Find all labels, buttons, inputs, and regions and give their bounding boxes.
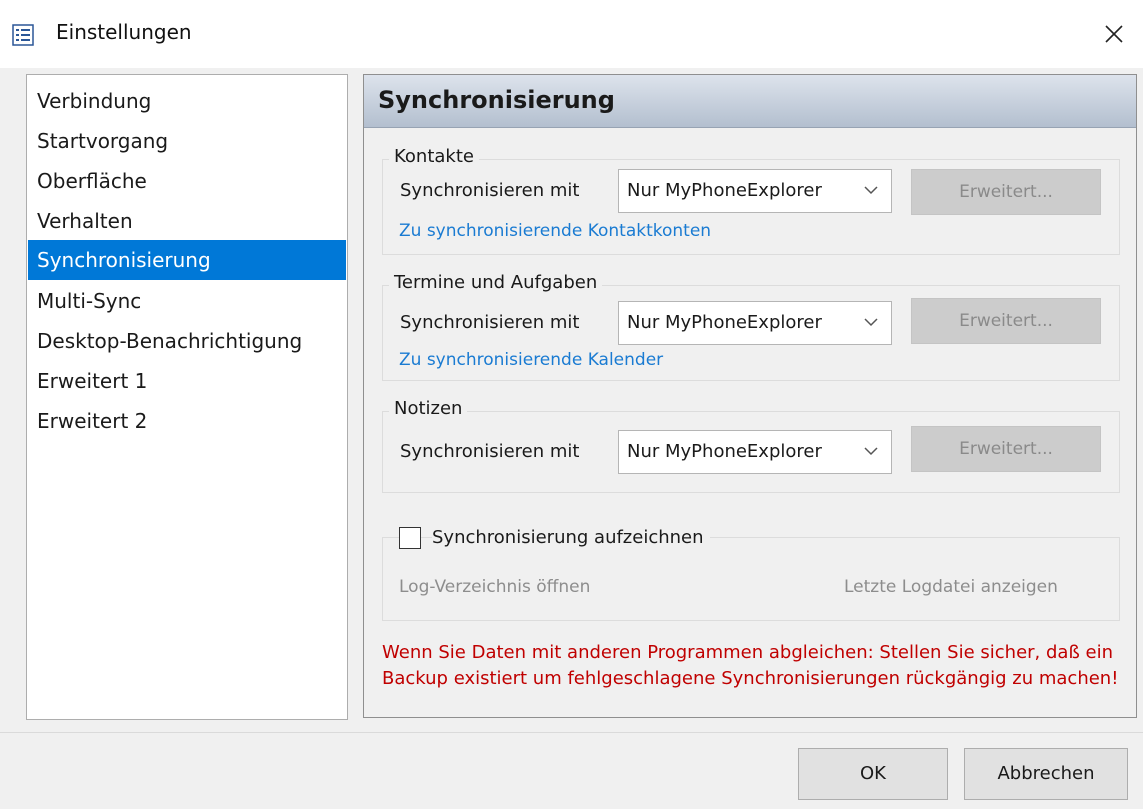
sync-select-notizen[interactable]: Nur MyPhoneExplorer — [618, 430, 892, 474]
group-label-notizen: Notizen — [389, 398, 468, 419]
settings-category-list[interactable]: Verbindung Startvorgang Oberfläche Verha… — [26, 74, 348, 720]
nav-item-oberflaeche[interactable]: Oberfläche — [28, 161, 346, 201]
settings-dialog: Einstellungen Verbindung Startvorgang Ob… — [0, 0, 1143, 809]
nav-item-multi-sync[interactable]: Multi-Sync — [28, 281, 346, 321]
panel-title: Synchronisierung — [378, 86, 615, 114]
sync-select-termine-value: Nur MyPhoneExplorer — [627, 312, 822, 333]
settings-panel: Synchronisierung Kontakte Synchronisiere… — [363, 74, 1137, 718]
cancel-button[interactable]: Abbrechen — [964, 748, 1128, 800]
sync-label-kontakte: Synchronisieren mit — [400, 180, 580, 201]
nav-item-desktop-benachrichtigung[interactable]: Desktop-Benachrichtigung — [28, 321, 346, 361]
panel-header: Synchronisierung — [364, 75, 1136, 128]
bottom-separator — [0, 732, 1143, 733]
group-label-termine: Termine und Aufgaben — [389, 272, 603, 293]
sync-select-notizen-value: Nur MyPhoneExplorer — [627, 441, 822, 462]
chevron-down-icon — [864, 186, 878, 195]
nav-item-verbindung[interactable]: Verbindung — [28, 81, 346, 121]
nav-item-verhalten[interactable]: Verhalten — [28, 201, 346, 241]
log-checkbox-label[interactable]: Synchronisierung aufzeichnen — [432, 527, 710, 548]
nav-item-startvorgang[interactable]: Startvorgang — [28, 121, 346, 161]
sync-select-kontakte[interactable]: Nur MyPhoneExplorer — [618, 169, 892, 213]
sync-select-kontakte-value: Nur MyPhoneExplorer — [627, 180, 822, 201]
advanced-button-kontakte[interactable]: Erweitert... — [911, 169, 1101, 215]
warning-text: Wenn Sie Daten mit anderen Programmen ab… — [382, 642, 1119, 689]
group-label-kontakte: Kontakte — [389, 146, 479, 167]
sync-label-notizen: Synchronisieren mit — [400, 441, 580, 462]
advanced-button-termine[interactable]: Erweitert... — [911, 298, 1101, 344]
link-kalender[interactable]: Zu synchronisierende Kalender — [399, 350, 663, 370]
open-log-dir-button[interactable]: Log-Verzeichnis öffnen — [399, 577, 590, 597]
log-checkbox[interactable] — [399, 527, 421, 549]
nav-item-erweitert-2[interactable]: Erweitert 2 — [28, 401, 346, 441]
nav-item-synchronisierung[interactable]: Synchronisierung — [28, 240, 346, 280]
chevron-down-icon — [864, 318, 878, 327]
chevron-down-icon — [864, 447, 878, 456]
settings-list-icon — [12, 24, 34, 46]
close-button[interactable] — [1085, 8, 1143, 60]
window-title: Einstellungen — [56, 20, 192, 44]
link-kontaktkonten[interactable]: Zu synchronisierende Kontaktkonten — [399, 221, 711, 241]
sync-select-termine[interactable]: Nur MyPhoneExplorer — [618, 301, 892, 345]
sync-label-termine: Synchronisieren mit — [400, 312, 580, 333]
close-icon — [1105, 25, 1123, 43]
advanced-button-notizen[interactable]: Erweitert... — [911, 426, 1101, 472]
title-bar: Einstellungen — [0, 0, 1143, 68]
show-last-log-button[interactable]: Letzte Logdatei anzeigen — [844, 577, 1058, 597]
nav-item-erweitert-1[interactable]: Erweitert 1 — [28, 361, 346, 401]
ok-button[interactable]: OK — [798, 748, 948, 800]
